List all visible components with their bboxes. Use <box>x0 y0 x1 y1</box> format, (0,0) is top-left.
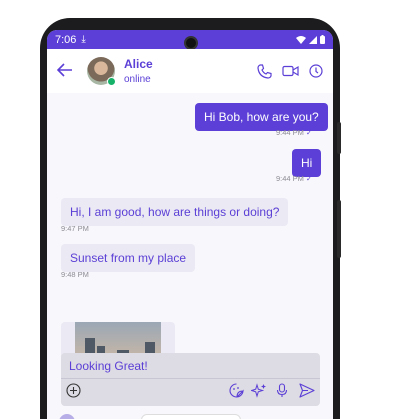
status-time: 7:06 <box>55 33 77 46</box>
read-check-icon: ✓ <box>305 174 313 183</box>
message-time: 9:44 PM <box>276 174 304 183</box>
arrow-left-icon[interactable] <box>56 60 79 83</box>
phone-icon[interactable] <box>257 63 272 79</box>
bottom-navigation <box>47 410 333 419</box>
message-bubble-incoming[interactable]: Sunset from my place <box>61 244 196 272</box>
chat-header: Alice online <box>47 49 333 93</box>
ai-sparkle-icon[interactable] <box>251 383 267 398</box>
contact-status: online <box>124 74 151 85</box>
send-icon[interactable] <box>299 383 315 398</box>
video-icon[interactable] <box>282 65 299 77</box>
message-meta: 9:44 PM ✓ <box>276 128 312 137</box>
nav-avatar[interactable] <box>59 414 75 419</box>
composer-divider <box>61 378 320 379</box>
chat-screen: 7:06 ⤓ Alice online Hi Bob, how are you?… <box>47 30 333 419</box>
online-indicator <box>107 77 116 86</box>
microphone-icon[interactable] <box>276 383 288 398</box>
nav-pill[interactable] <box>141 414 241 419</box>
message-composer <box>61 353 320 406</box>
battery-icon <box>320 35 325 44</box>
signal-icon <box>309 35 317 44</box>
volume-button <box>337 122 341 154</box>
status-icons <box>296 35 325 44</box>
message-time: 9:47 PM <box>61 224 89 233</box>
header-actions <box>257 63 323 79</box>
contact-info[interactable]: Alice online <box>124 57 153 85</box>
composer-toolbar <box>61 383 320 403</box>
message-meta: 9:44 PM ✓ <box>276 174 312 183</box>
wifi-icon <box>296 35 306 44</box>
sticker-icon[interactable] <box>229 383 244 398</box>
message-time: 9:44 PM <box>276 128 304 137</box>
message-bubble-outgoing[interactable]: Hi <box>292 149 322 177</box>
message-bubble-outgoing[interactable]: Hi Bob, how are you? <box>195 103 328 131</box>
info-icon[interactable] <box>309 64 323 78</box>
message-time: 9:48 PM <box>61 270 89 279</box>
download-icon: ⤓ <box>81 34 86 45</box>
plus-circle-icon[interactable] <box>66 383 81 398</box>
message-bubble-incoming[interactable]: Hi, I am good, how are things or doing? <box>61 198 289 226</box>
message-input[interactable] <box>69 359 309 373</box>
front-camera <box>184 36 198 50</box>
avatar[interactable] <box>87 57 116 86</box>
message-list[interactable]: Hi Bob, how are you? 9:44 PM ✓ Hi 9:44 PM… <box>47 93 333 382</box>
read-check-icon: ✓ <box>305 128 313 137</box>
contact-name: Alice <box>124 57 153 71</box>
power-button <box>337 200 341 258</box>
